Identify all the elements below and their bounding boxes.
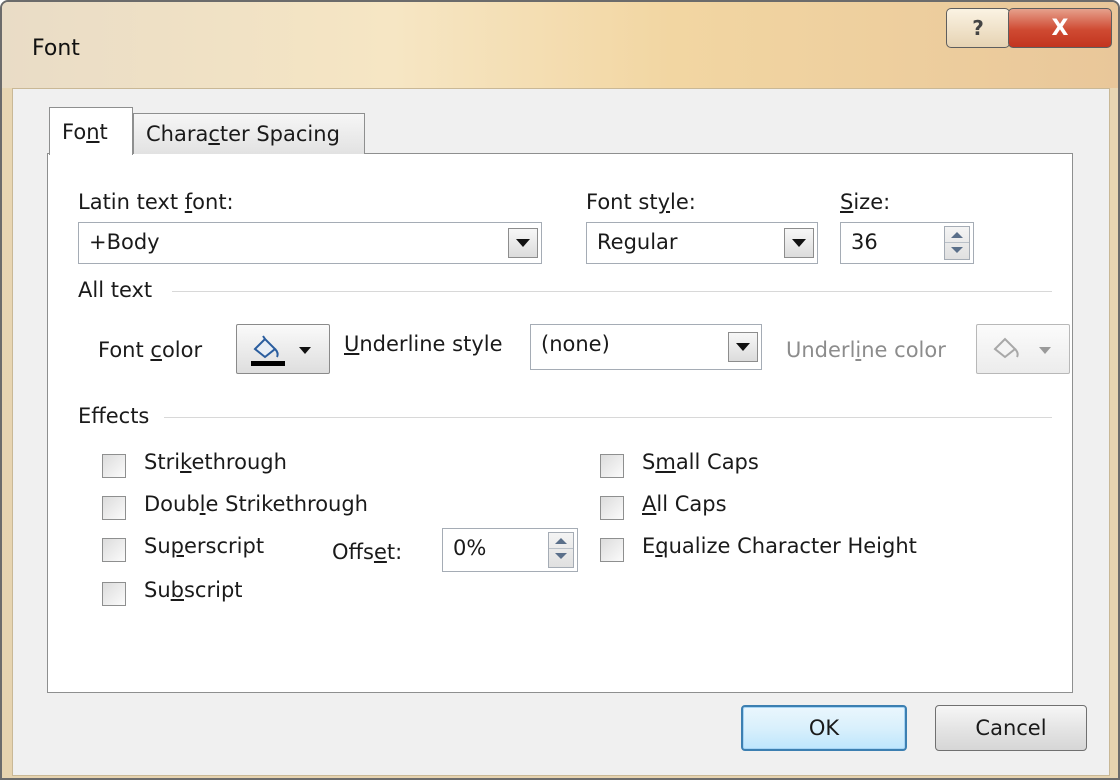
underline-style-combo[interactable]: (none) <box>530 324 762 370</box>
font-style-label: Font style: <box>586 190 696 214</box>
offset-spinner[interactable]: 0% <box>442 528 578 572</box>
paint-bucket-icon <box>251 335 311 366</box>
close-icon: X <box>1051 15 1069 41</box>
spin-down-icon <box>555 553 567 559</box>
paint-bucket-icon <box>993 337 1051 359</box>
all-text-divider <box>172 291 1052 292</box>
all-caps-label: All Caps <box>642 492 727 516</box>
font-tab-panel: Latin text font: +Body Font style: Regul… <box>47 153 1073 693</box>
tab-character-spacing[interactable]: Character Spacing <box>133 113 365 154</box>
underline-color-button[interactable] <box>976 324 1070 374</box>
title-bar: Font ? X <box>2 2 1118 88</box>
font-style-value: Regular <box>597 230 678 254</box>
small-caps-label: Small Caps <box>642 450 759 474</box>
strikethrough-checkbox[interactable] <box>102 454 126 478</box>
underline-style-dropdown-button[interactable] <box>728 332 758 362</box>
window-title: Font <box>32 36 80 61</box>
size-spin-buttons[interactable] <box>944 226 970 260</box>
font-color-label: Font color <box>98 338 203 362</box>
chevron-down-icon <box>792 239 806 247</box>
help-button[interactable]: ? <box>946 8 1010 48</box>
equalize-character-height-label: Equalize Character Height <box>642 534 917 558</box>
offset-value: 0% <box>453 536 487 560</box>
tab-font[interactable]: Font <box>49 107 133 155</box>
superscript-label: Superscript <box>144 534 265 558</box>
chevron-down-icon <box>736 343 750 351</box>
strikethrough-label: Strikethrough <box>144 450 287 474</box>
cancel-button[interactable]: Cancel <box>935 705 1087 751</box>
superscript-checkbox[interactable] <box>102 538 126 562</box>
font-style-combo[interactable]: Regular <box>586 222 818 264</box>
subscript-checkbox[interactable] <box>102 582 126 606</box>
underline-color-label: Underline color <box>786 338 946 362</box>
effects-divider <box>164 417 1052 418</box>
close-button[interactable]: X <box>1008 8 1112 48</box>
underline-style-value: (none) <box>541 332 610 356</box>
font-color-button[interactable] <box>236 324 330 374</box>
spin-down-icon <box>951 247 963 253</box>
latin-font-dropdown-button[interactable] <box>508 228 538 258</box>
underline-style-label: Underline style <box>344 332 503 356</box>
chevron-down-icon <box>516 239 530 247</box>
small-caps-checkbox[interactable] <box>600 454 624 478</box>
size-label: Size: <box>840 190 891 214</box>
tab-font-label: Font <box>62 119 108 144</box>
latin-font-combo[interactable]: +Body <box>78 222 542 264</box>
effects-heading: Effects <box>78 404 150 428</box>
all-text-heading: All text <box>78 278 153 302</box>
spin-up-icon <box>555 538 567 544</box>
offset-label: Offset: <box>332 540 403 564</box>
offset-spin-buttons[interactable] <box>548 532 574 568</box>
size-spinner[interactable]: 36 <box>840 222 974 264</box>
dialog-client-area: Font Character Spacing Latin text font: … <box>12 88 1110 776</box>
font-style-dropdown-button[interactable] <box>784 228 814 258</box>
double-strikethrough-label: Double Strikethrough <box>144 492 368 516</box>
size-value: 36 <box>851 230 878 254</box>
font-color-swatch <box>251 361 285 366</box>
subscript-label: Subscript <box>144 578 243 602</box>
ok-button[interactable]: OK <box>741 705 907 751</box>
equalize-character-height-checkbox[interactable] <box>600 538 624 562</box>
latin-font-value: +Body <box>89 230 160 254</box>
tab-character-spacing-label: Character Spacing <box>146 122 340 146</box>
double-strikethrough-checkbox[interactable] <box>102 496 126 520</box>
latin-font-label: Latin text font: <box>78 190 234 214</box>
spin-up-icon <box>951 232 963 238</box>
help-icon: ? <box>972 16 984 40</box>
font-dialog-window: Font ? X Font Character Spacing Latin te… <box>0 0 1120 780</box>
all-caps-checkbox[interactable] <box>600 496 624 520</box>
